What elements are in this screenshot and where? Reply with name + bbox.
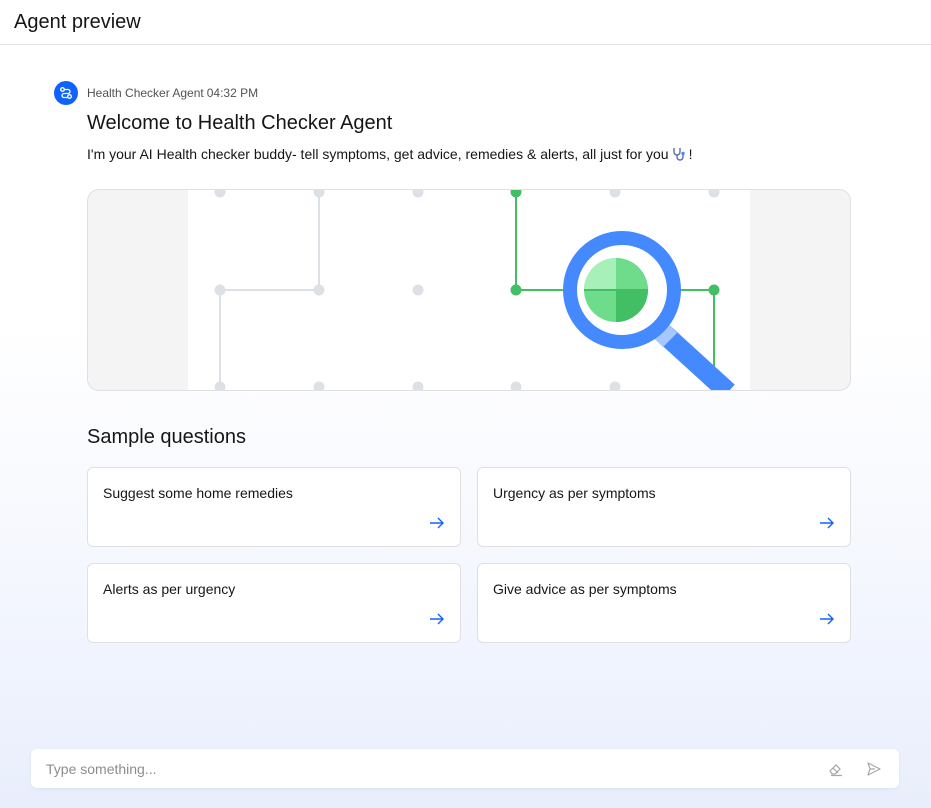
clear-button[interactable] xyxy=(826,759,846,779)
sample-question-label: Urgency as per symptoms xyxy=(493,485,656,501)
health-search-illustration xyxy=(188,190,750,390)
agent-name: Health Checker Agent xyxy=(87,86,204,100)
welcome-text: I'm your AI Health checker buddy- tell s… xyxy=(87,146,669,162)
arrow-right-icon xyxy=(820,613,834,625)
flow-icon xyxy=(60,87,72,99)
welcome-suffix: ! xyxy=(688,146,693,162)
sample-question-label: Alerts as per urgency xyxy=(103,581,236,597)
eraser-icon xyxy=(829,763,842,776)
chat-composer xyxy=(31,749,899,788)
sample-question-card[interactable]: Suggest some home remedies xyxy=(87,467,461,547)
message-time: 04:32 PM xyxy=(206,86,259,100)
arrow-right-icon xyxy=(820,517,834,529)
sample-question-label: Suggest some home remedies xyxy=(103,485,293,501)
agent-avatar xyxy=(54,81,78,105)
sample-questions-title: Sample questions xyxy=(87,426,246,448)
message-input[interactable] xyxy=(46,760,808,777)
header: Agent preview xyxy=(0,0,931,45)
hero-illustration xyxy=(87,189,851,391)
arrow-right-icon xyxy=(430,613,444,625)
arrow-right-icon xyxy=(430,517,444,529)
message-meta-text: Health Checker Agent 04:32 PM xyxy=(87,86,258,100)
message-meta: Health Checker Agent 04:32 PM xyxy=(54,81,258,105)
welcome-subtitle: I'm your AI Health checker buddy- tell s… xyxy=(87,146,692,162)
welcome-title: Welcome to Health Checker Agent xyxy=(87,112,393,134)
sample-question-label: Give advice as per symptoms xyxy=(493,581,677,597)
send-button[interactable] xyxy=(864,759,884,779)
sample-question-card[interactable]: Alerts as per urgency xyxy=(87,563,461,643)
stethoscope-icon xyxy=(672,148,685,161)
send-icon xyxy=(867,761,881,776)
sample-question-card[interactable]: Give advice as per symptoms xyxy=(477,563,851,643)
sample-question-card[interactable]: Urgency as per symptoms xyxy=(477,467,851,547)
page-title: Agent preview xyxy=(14,10,141,33)
